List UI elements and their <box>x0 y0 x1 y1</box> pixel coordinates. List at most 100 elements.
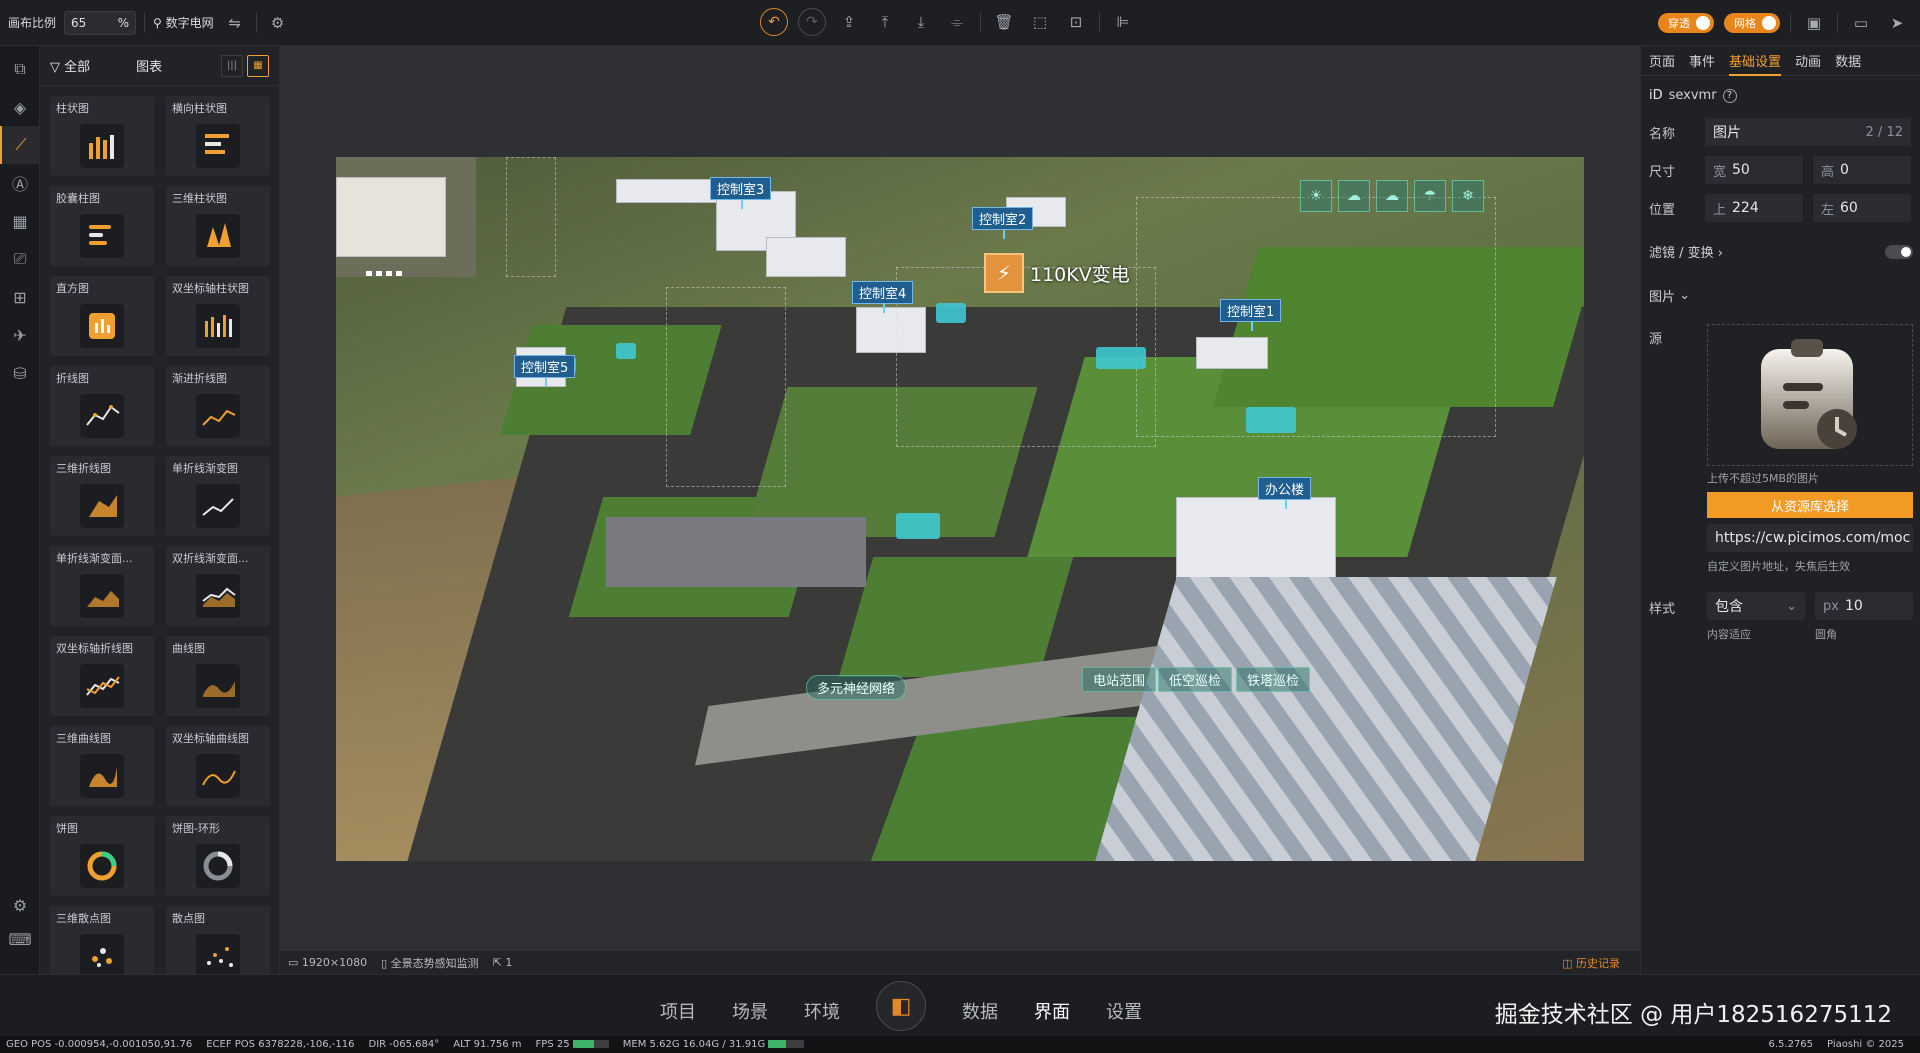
gear-icon[interactable]: ⚙ <box>265 10 291 36</box>
sliders-icon[interactable]: ⇋ <box>222 10 248 36</box>
image-preview[interactable] <box>1707 324 1913 466</box>
tower-patrol-button[interactable]: 铁塔巡检 <box>1236 667 1311 692</box>
settings-circle-icon[interactable]: ⚙ <box>0 886 40 924</box>
tag-control-room-4[interactable]: 控制室4 <box>852 281 914 313</box>
preview-icon[interactable]: ▭ <box>1848 10 1874 36</box>
nav-data[interactable]: 数据 <box>962 998 998 1024</box>
nav-scene[interactable]: 场景 <box>732 998 768 1024</box>
table-icon[interactable]: ▦ <box>0 202 40 240</box>
broom-icon[interactable]: ⌯ <box>944 9 970 35</box>
redo-button[interactable]: ↷ <box>798 8 826 36</box>
scale-input[interactable]: 65 % <box>64 10 137 35</box>
low-altitude-patrol-button[interactable]: 低空巡检 <box>1158 667 1233 692</box>
width-input[interactable]: 宽 50 <box>1705 156 1803 184</box>
filter-dropdown[interactable]: ▽ 全部 <box>50 56 90 75</box>
project-name[interactable]: ⚲ 数字电网 <box>153 14 214 31</box>
chart-component-card[interactable]: 胶囊柱图 <box>50 186 154 266</box>
align-icon[interactable]: ⊫ <box>1110 9 1136 35</box>
chart-component-card[interactable]: 折线图 <box>50 366 154 446</box>
tab-animation[interactable]: 动画 <box>1795 51 1821 70</box>
station-range-button[interactable]: 电站范围 <box>1082 667 1157 692</box>
history-button[interactable]: ◫ 历史记录 <box>1562 955 1620 971</box>
left-input[interactable]: 左 60 <box>1813 194 1911 222</box>
data-icon[interactable]: ⛁ <box>0 354 40 392</box>
tag-control-room-1[interactable]: 控制室1 <box>1220 299 1282 331</box>
neural-network-button[interactable]: 多元神经网络 <box>806 675 907 700</box>
components-icon[interactable]: ⧉ <box>0 50 40 88</box>
widget-icon[interactable]: ⊞ <box>0 278 40 316</box>
tab-page[interactable]: 页面 <box>1649 51 1675 70</box>
chart-component-card[interactable]: 单折线渐变图 <box>166 456 270 536</box>
cloud-icon[interactable]: ☁ <box>1338 180 1370 212</box>
chart-component-card[interactable]: 三维折线图 <box>50 456 154 536</box>
chart-component-card[interactable]: 双坐标轴柱状图 <box>166 276 270 356</box>
chart-component-card[interactable]: 三维曲线图 <box>50 726 154 806</box>
category-tab[interactable]: 图表 <box>136 56 162 75</box>
nav-environment[interactable]: 环境 <box>804 998 840 1024</box>
tag-control-room-2[interactable]: 控制室2 <box>972 207 1034 239</box>
publish-icon[interactable]: ➤ <box>1884 10 1910 36</box>
nav-project[interactable]: 项目 <box>660 998 696 1024</box>
bring-top-icon[interactable]: ⤒ <box>872 9 898 35</box>
chart-icon[interactable]: ⟋ <box>0 126 40 164</box>
filter-switch[interactable] <box>1885 244 1913 259</box>
trash-icon[interactable]: 🗑 <box>991 9 1017 35</box>
rain-icon[interactable]: ☂ <box>1414 180 1446 212</box>
grid-toggle[interactable]: 网格 <box>1724 13 1780 33</box>
chart-component-card[interactable]: 单折线渐变面... <box>50 546 154 626</box>
upload-icon[interactable]: ⇪ <box>836 9 862 35</box>
substation-scene[interactable]: ☀ ☁ ☁ ☂ ❄ 控制室3 控制室2 控制室4 控制室1 控制室5 办公楼 ⚡… <box>336 157 1584 861</box>
snow-icon[interactable]: ❄ <box>1452 180 1484 212</box>
chart-component-card[interactable]: 三维散点图 <box>50 906 154 974</box>
chart-component-card[interactable]: 双坐标轴折线图 <box>50 636 154 716</box>
top-input[interactable]: 上 224 <box>1705 194 1803 222</box>
text-icon[interactable]: Ⓐ <box>0 164 40 202</box>
keyboard-icon[interactable]: ⌨ <box>0 920 40 958</box>
download-icon[interactable]: ⤓ <box>908 9 934 35</box>
grid-view-icon[interactable]: ▦ <box>247 54 269 77</box>
list-view-icon[interactable]: ||| <box>221 54 243 77</box>
chart-component-card[interactable]: 曲线图 <box>166 636 270 716</box>
app-logo-icon[interactable]: ◧ <box>876 981 926 1031</box>
image-url-input[interactable]: https://cw.picimos.com/moc <box>1707 524 1913 552</box>
tab-events[interactable]: 事件 <box>1689 51 1715 70</box>
ungroup-icon[interactable]: ⊡ <box>1063 9 1089 35</box>
tag-control-room-3[interactable]: 控制室3 <box>710 177 772 209</box>
chart-component-card[interactable]: 双坐标轴曲线图 <box>166 726 270 806</box>
chart-component-card[interactable]: 双折线渐变面... <box>166 546 270 626</box>
tab-data[interactable]: 数据 <box>1835 51 1861 70</box>
save-icon[interactable]: ▣ <box>1801 10 1827 36</box>
chart-component-card[interactable]: 饼图-环形 <box>166 816 270 896</box>
resolution-indicator[interactable]: ▭ 1920×1080 <box>288 956 367 969</box>
canvas-stage[interactable]: ☀ ☁ ☁ ☂ ❄ 控制室3 控制室2 控制室4 控制室1 控制室5 办公楼 ⚡… <box>280 46 1640 974</box>
penetrate-toggle[interactable]: 穿透 <box>1658 13 1714 33</box>
nav-settings[interactable]: 设置 <box>1106 998 1142 1024</box>
cloud-icon[interactable]: ☁ <box>1376 180 1408 212</box>
name-input[interactable]: 图片 2 / 12 <box>1705 118 1911 146</box>
chart-component-card[interactable]: 横向柱状图 <box>166 96 270 176</box>
chart-component-card[interactable]: 柱状图 <box>50 96 154 176</box>
undo-button[interactable]: ↶ <box>760 8 788 36</box>
help-icon[interactable]: ? <box>1722 88 1737 103</box>
chart-component-card[interactable]: 饼图 <box>50 816 154 896</box>
plane-icon[interactable]: ✈ <box>0 316 40 354</box>
image-section-header[interactable]: 图片 ⌄ <box>1649 286 1690 305</box>
sun-icon[interactable]: ☀ <box>1300 180 1332 212</box>
chart-component-card[interactable]: 散点图 <box>166 906 270 974</box>
filter-transform-label[interactable]: 滤镜 / 变换 › <box>1649 242 1723 261</box>
media-icon[interactable]: ⎚ <box>0 240 40 278</box>
scene-name[interactable]: ▯ 全景态势感知监测 <box>381 955 479 971</box>
radius-input[interactable]: px 10 <box>1815 592 1913 620</box>
tag-control-room-5[interactable]: 控制室5 <box>514 355 576 387</box>
chart-component-card[interactable]: 渐进折线图 <box>166 366 270 446</box>
tag-office-building[interactable]: 办公楼 <box>1258 477 1312 509</box>
layers-icon[interactable]: ◈ <box>0 88 40 126</box>
group-icon[interactable]: ⬚ <box>1027 9 1053 35</box>
select-from-library-button[interactable]: 从资源库选择 <box>1707 492 1913 518</box>
tab-basic-settings[interactable]: 基础设置 <box>1729 51 1782 76</box>
height-input[interactable]: 高0 <box>1813 156 1911 184</box>
nav-interface[interactable]: 界面 <box>1034 998 1070 1024</box>
chart-component-card[interactable]: 三维柱状图 <box>166 186 270 266</box>
fit-select[interactable]: 包含 ⌄ <box>1707 592 1805 620</box>
chart-component-card[interactable]: 直方图 <box>50 276 154 356</box>
